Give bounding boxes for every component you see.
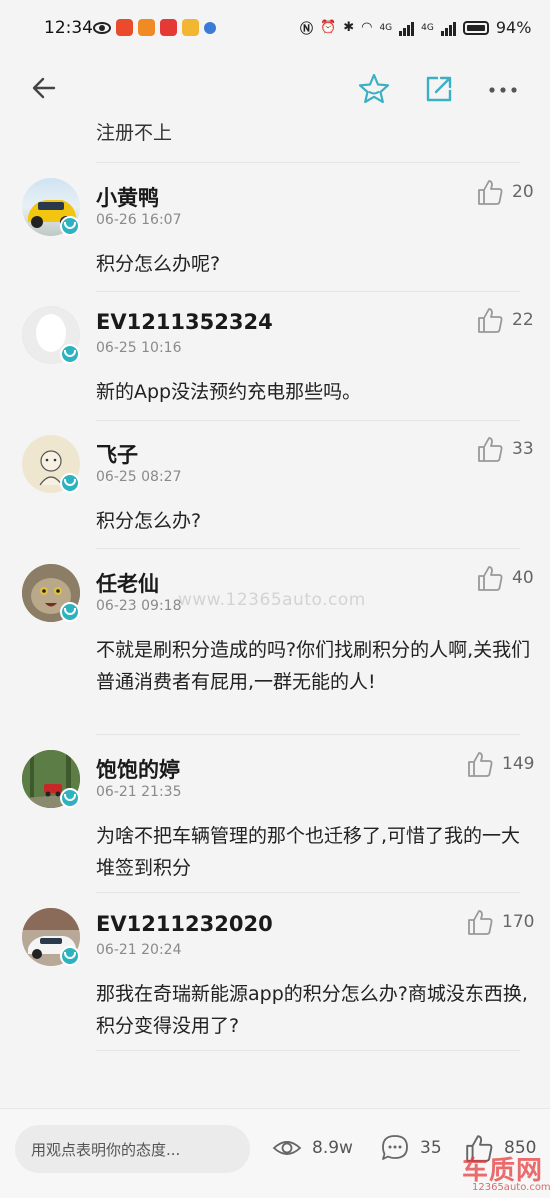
status-system-icons: Ⓝ ⏰ ✱ ◠ 4G 4G 94% — [300, 18, 531, 37]
wifi-icon: ◠ — [361, 20, 373, 35]
eye-icon — [93, 21, 111, 34]
comment-text: 为啥不把车辆管理的那个也迁移了,可惜了我的一大堆签到积分 — [96, 825, 521, 879]
divider — [96, 892, 520, 893]
verified-badge-icon — [60, 946, 80, 966]
like-button[interactable]: 170 — [466, 908, 534, 936]
comment-text: 那我在奇瑞新能源app的积分怎么办?商城没东西换,积分变得没用了? — [96, 983, 528, 1037]
comment-time: 06-26 16:07 — [96, 212, 182, 228]
comment-input[interactable]: 用观点表明你的态度... — [15, 1125, 250, 1173]
thumbs-up-icon — [468, 752, 493, 777]
comment-text: 积分怎么办? — [96, 510, 202, 532]
comment-author[interactable]: EV1211352324 — [96, 310, 273, 334]
like-button[interactable]: 33 — [476, 435, 534, 463]
star-icon[interactable] — [356, 71, 392, 107]
comment-bubble-icon — [382, 1135, 408, 1160]
verified-badge-icon — [60, 216, 80, 236]
status-time: 12:34 — [44, 18, 93, 38]
share-icon[interactable] — [422, 72, 456, 106]
comment-time: 06-21 21:35 — [96, 784, 182, 800]
more-dots-icon[interactable] — [486, 76, 520, 104]
battery-level: 94% — [495, 18, 532, 37]
thumbs-up-icon — [468, 910, 493, 935]
views-count: 8.9w — [312, 1138, 353, 1158]
comment-author[interactable]: 小黄鸭 — [96, 182, 159, 212]
thumbs-up-icon — [478, 566, 503, 591]
comment-author[interactable]: 飞子 — [96, 439, 138, 469]
like-button[interactable]: 20 — [476, 178, 534, 206]
thumbs-up-icon — [478, 180, 503, 205]
verified-badge-icon — [60, 344, 80, 364]
divider — [96, 734, 520, 735]
like-count: 33 — [512, 439, 534, 459]
verified-badge-icon — [60, 788, 80, 808]
comment-input-placeholder: 用观点表明你的态度... — [31, 1141, 181, 1159]
like-count: 22 — [512, 310, 534, 330]
comment-time: 06-25 08:27 — [96, 469, 182, 485]
divider — [96, 162, 520, 163]
status-notification-icons — [93, 19, 216, 36]
status-bar: 12:34 Ⓝ ⏰ ✱ ◠ 4G 4G 94% — [0, 0, 550, 58]
like-button[interactable]: 22 — [476, 306, 534, 334]
top-app-bar — [0, 58, 550, 120]
network-type-label: 4G — [421, 22, 434, 33]
app-notification-icon — [160, 19, 177, 36]
comments-count: 35 — [420, 1138, 442, 1158]
thumbs-up-icon — [478, 437, 503, 462]
app-notification-icon — [116, 19, 133, 36]
thumbs-up-icon — [478, 308, 503, 333]
like-count: 170 — [502, 912, 535, 932]
comment-text: 不就是刷积分造成的吗?你们找刷积分的人啊,关我们普通消费者有屁用,一群无能的人! — [96, 639, 531, 693]
verified-badge-icon — [60, 602, 80, 622]
brand-url: 12365auto.com — [472, 1182, 550, 1193]
nfc-icon: Ⓝ — [300, 22, 314, 37]
divider — [96, 291, 520, 292]
comment-time: 06-25 10:16 — [96, 340, 182, 356]
like-button[interactable]: 149 — [466, 750, 534, 778]
comment-time: 06-23 09:18 — [96, 598, 182, 614]
comments-button[interactable]: 35 — [380, 1133, 442, 1163]
divider — [96, 420, 520, 421]
signal-icon — [399, 20, 415, 36]
like-count: 149 — [502, 754, 535, 774]
app-notification-icon — [138, 19, 155, 36]
battery-icon — [462, 20, 489, 35]
comment-author[interactable]: EV1211232020 — [96, 912, 273, 936]
bluetooth-icon: ✱ — [343, 20, 355, 35]
eye-icon — [272, 1141, 302, 1155]
watermark: www.12365auto.com — [178, 590, 366, 610]
comment-text: 积分怎么办呢? — [96, 253, 221, 275]
app-notification-icon — [182, 19, 199, 36]
network-type-label: 4G — [379, 22, 393, 33]
like-button[interactable]: 40 — [476, 564, 534, 592]
divider — [96, 1050, 520, 1051]
app-notification-icon — [204, 21, 216, 34]
like-count: 20 — [512, 182, 534, 202]
verified-badge-icon — [60, 473, 80, 493]
comment-time: 06-21 20:24 — [96, 942, 182, 958]
signal-icon — [440, 20, 456, 36]
brand-logo: 车质网 12365auto.com — [458, 1150, 550, 1197]
comment-text: 新的App没法预约充电那些吗。 — [96, 381, 362, 403]
comment-author[interactable]: 饱饱的婷 — [96, 754, 180, 784]
like-count: 40 — [512, 568, 534, 588]
divider — [96, 548, 520, 549]
alarm-icon: ⏰ — [320, 20, 337, 35]
arrow-left-icon[interactable] — [30, 74, 58, 102]
previous-comment-text: 注册不上 — [96, 122, 173, 144]
views-stat: 8.9w — [272, 1133, 353, 1163]
comment-author[interactable]: 任老仙 — [96, 568, 159, 598]
